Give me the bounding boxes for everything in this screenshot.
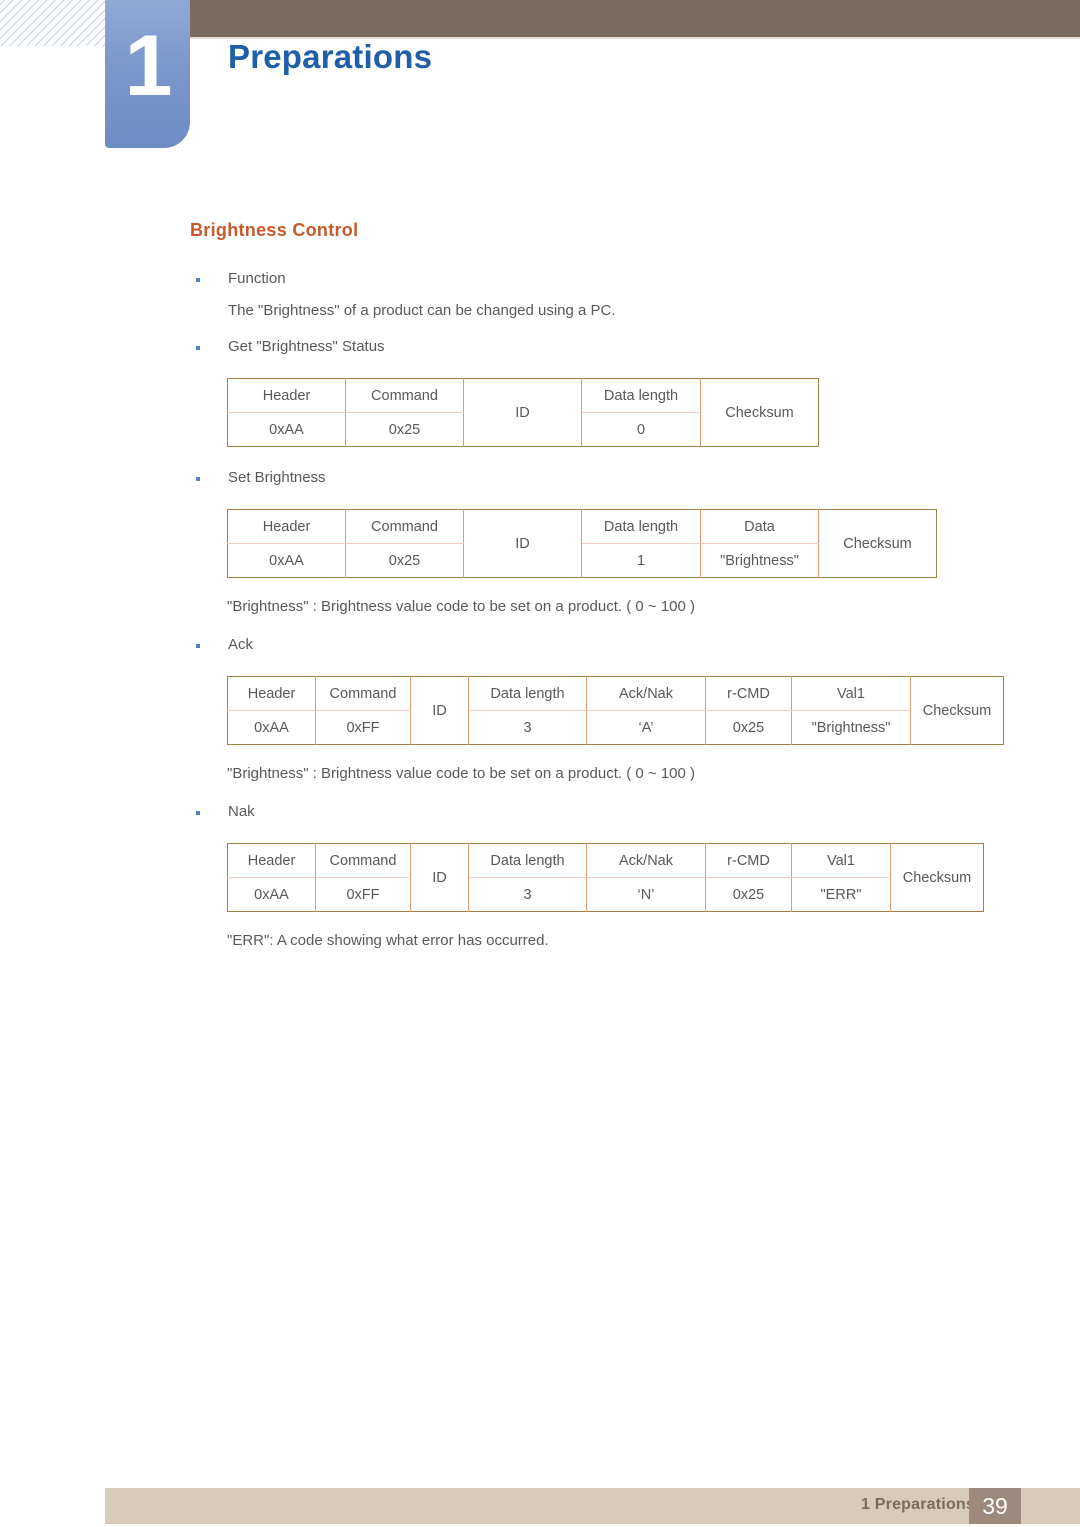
cell-id: ID bbox=[410, 676, 469, 745]
cell-checksum: Checksum bbox=[890, 843, 984, 912]
brightness-note-1: "Brightness" : Brightness value code to … bbox=[227, 598, 696, 615]
bullet-dot-icon bbox=[196, 811, 200, 815]
cell-r-cmd-value: 0x25 bbox=[705, 710, 792, 745]
cell-header: Header bbox=[227, 676, 316, 711]
cell-val1: Val1 bbox=[791, 676, 911, 711]
bullet-label: Get "Brightness" Status bbox=[228, 338, 385, 355]
cell-data-length-value: 3 bbox=[468, 877, 587, 912]
table-row-header: Header Command ID Data length Ack/Nak r-… bbox=[227, 676, 1004, 745]
cell-ack-nak: Ack/Nak bbox=[586, 843, 706, 878]
bullet-label: Nak bbox=[228, 803, 255, 820]
table-ack: Header Command ID Data length Ack/Nak r-… bbox=[227, 676, 1004, 745]
cell-header-value: 0xAA bbox=[227, 543, 346, 578]
cell-command: Command bbox=[315, 676, 411, 711]
bullet-dot-icon bbox=[196, 346, 200, 350]
cell-id: ID bbox=[410, 843, 469, 912]
cell-data-length: Data length bbox=[581, 509, 701, 544]
cell-data-length: Data length bbox=[468, 676, 587, 711]
cell-data-value: "Brightness" bbox=[700, 543, 819, 578]
cell-r-cmd: r-CMD bbox=[705, 843, 792, 878]
cell-data-length-value: 3 bbox=[468, 710, 587, 745]
cell-ack-nak: Ack/Nak bbox=[586, 676, 706, 711]
cell-data: Data bbox=[700, 509, 819, 544]
cell-val1-value: "ERR" bbox=[791, 877, 891, 912]
brightness-note-2: "Brightness" : Brightness value code to … bbox=[227, 765, 696, 782]
cell-val1-value: "Brightness" bbox=[791, 710, 911, 745]
cell-header-value: 0xAA bbox=[227, 877, 316, 912]
cell-checksum: Checksum bbox=[818, 509, 937, 578]
chapter-number: 1 bbox=[124, 18, 173, 114]
cell-ack-nak-value: ‘A’ bbox=[586, 710, 706, 745]
cell-r-cmd: r-CMD bbox=[705, 676, 792, 711]
cell-command-value: 0x25 bbox=[345, 543, 464, 578]
bullet-dot-icon bbox=[196, 644, 200, 648]
table-row-values: 0xAA 0xFF 3 ‘N’ 0x25 "ERR" bbox=[227, 877, 984, 912]
table-set-brightness: Header Command ID Data length Data Check… bbox=[227, 509, 937, 578]
err-note: "ERR": A code showing what error has occ… bbox=[227, 932, 549, 949]
table-nak: Header Command ID Data length Ack/Nak r-… bbox=[227, 843, 984, 912]
cell-data-length: Data length bbox=[468, 843, 587, 878]
header-brown-bar bbox=[190, 0, 1080, 37]
table-get-brightness-status: Header Command ID Data length Checksum 0… bbox=[227, 378, 819, 447]
cell-header: Header bbox=[227, 509, 346, 544]
bullet-label: Ack bbox=[228, 636, 254, 653]
cell-command: Command bbox=[345, 378, 464, 413]
cell-header: Header bbox=[227, 378, 346, 413]
section-heading: Brightness Control bbox=[190, 220, 359, 240]
cell-id: ID bbox=[463, 378, 582, 447]
table-row-header: Header Command ID Data length Checksum bbox=[227, 378, 819, 447]
cell-header-value: 0xAA bbox=[227, 710, 316, 745]
cell-id: ID bbox=[463, 509, 582, 578]
cell-data-length-value: 1 bbox=[581, 543, 701, 578]
cell-header: Header bbox=[227, 843, 316, 878]
cell-command: Command bbox=[315, 843, 411, 878]
cell-command-value: 0xFF bbox=[315, 710, 411, 745]
cell-ack-nak-value: ‘N’ bbox=[586, 877, 706, 912]
cell-r-cmd-value: 0x25 bbox=[705, 877, 792, 912]
cell-val1: Val1 bbox=[791, 843, 891, 878]
hatch-pattern-decoration bbox=[0, 0, 112, 46]
bullet-dot-icon bbox=[196, 278, 200, 282]
chapter-number-block: 1 bbox=[105, 0, 190, 148]
cell-checksum: Checksum bbox=[910, 676, 1004, 745]
cell-data-length: Data length bbox=[581, 378, 701, 413]
table-row-values: 0xAA 0xFF 3 ‘A’ 0x25 "Brightness" bbox=[227, 710, 1004, 745]
cell-command-value: 0x25 bbox=[345, 412, 464, 447]
footer-chapter-label: 1 Preparations bbox=[861, 1496, 975, 1513]
function-description: The "Brightness" of a product can be cha… bbox=[228, 302, 616, 319]
cell-checksum: Checksum bbox=[700, 378, 819, 447]
bullet-label: Function bbox=[228, 270, 286, 287]
bullet-dot-icon bbox=[196, 477, 200, 481]
cell-command: Command bbox=[345, 509, 464, 544]
cell-header-value: 0xAA bbox=[227, 412, 346, 447]
cell-data-length-value: 0 bbox=[581, 412, 701, 447]
bullet-label: Set Brightness bbox=[228, 469, 326, 486]
page-header: 1 Preparations bbox=[0, 0, 1080, 160]
table-row-header: Header Command ID Data length Ack/Nak r-… bbox=[227, 843, 984, 912]
table-row-header: Header Command ID Data length Data Check… bbox=[227, 509, 937, 578]
page-title: Preparations bbox=[228, 38, 433, 75]
cell-command-value: 0xFF bbox=[315, 877, 411, 912]
page-number: 39 bbox=[982, 1493, 1008, 1519]
